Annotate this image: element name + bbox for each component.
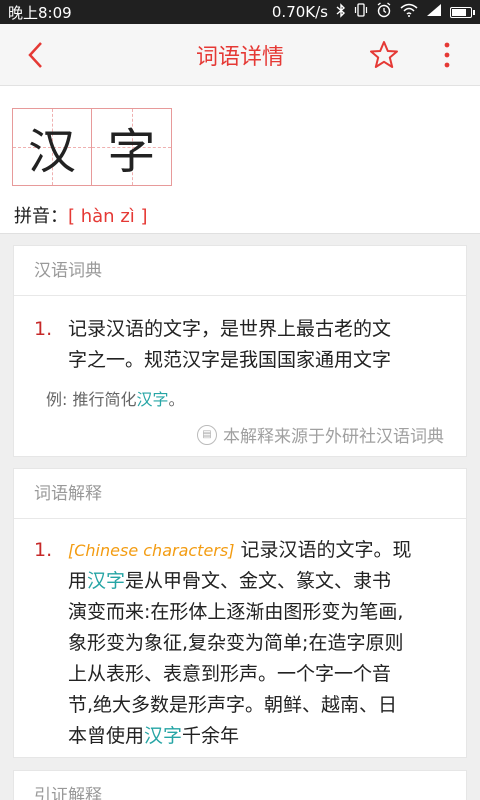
source-attribution: ▤ 本解释来源于外研社汉语词典: [197, 422, 444, 447]
definition-line: 节,绝大多数是形声字。朝鲜、越南、日: [68, 694, 398, 716]
card-title: 汉语词典: [14, 246, 466, 296]
dictionary-card: 汉语词典 1. 记录汉语的文字，是世界上最古老的文 字之一。规范汉字是我国国家通…: [13, 245, 467, 457]
signal-icon: [426, 3, 442, 21]
source-text: 本解释来源于外研社汉语词典: [223, 427, 444, 447]
app-bar: 词语详情: [0, 24, 480, 86]
char-cell: 汉: [12, 108, 92, 186]
definition-line: 用汉字是从甲骨文、金文、篆文、隶书: [68, 570, 392, 592]
alarm-icon: [376, 2, 392, 22]
example-suffix: 。: [168, 390, 185, 409]
definition-number: 1.: [34, 318, 53, 340]
back-arrow-icon[interactable]: [20, 38, 50, 72]
citation-card: 引证解释: [13, 770, 467, 800]
char-1: 汉: [27, 124, 76, 180]
english-translation: [Chinese characters]: [68, 541, 235, 560]
definition-line: 象形变为象征,复杂变为简单;在造字原则: [68, 632, 404, 654]
pinyin-label: 拼音：: [14, 206, 68, 227]
card-title: 词语解释: [14, 469, 466, 519]
card-title: 引证解释: [14, 771, 466, 800]
definition-line: 字之一。规范汉字是我国国家通用文字: [68, 349, 392, 371]
star-icon[interactable]: [366, 38, 402, 72]
bluetooth-icon: [336, 2, 346, 22]
status-time: 晚上8:09: [8, 3, 72, 22]
more-vert-icon[interactable]: [434, 38, 460, 72]
book-icon: ▤: [197, 424, 217, 445]
definition-line: 本曾使用汉字千余年: [68, 725, 240, 747]
char-cell: 字: [92, 108, 172, 186]
definition-line: 演变而来:在形体上逐渐由图形变为笔画,: [68, 601, 404, 623]
word-header: 汉 字 拼音：[ hàn zì ]: [0, 86, 480, 234]
vibrate-icon: [354, 3, 368, 21]
character-grid: 汉 字: [12, 108, 172, 186]
wifi-icon: [400, 3, 418, 21]
term-link[interactable]: 汉字: [144, 725, 182, 747]
term-link[interactable]: 汉字: [87, 570, 125, 592]
page-title: 词语详情: [195, 44, 284, 70]
network-speed: 0.70K/s: [271, 3, 328, 21]
example-link[interactable]: 汉字: [136, 390, 168, 409]
definition-number: 1.: [34, 539, 53, 561]
explanation-card: 词语解释 1. [Chinese characters] 记录汉语的文字。现 用…: [13, 468, 467, 758]
definition-item: 1. 记录汉语的文字，是世界上最古老的文 字之一。规范汉字是我国国家通用文字: [14, 314, 466, 376]
pinyin-value: [ hàn zì ]: [68, 206, 148, 227]
definition-line: [Chinese characters] 记录汉语的文字。现: [68, 539, 412, 561]
battery-icon: [450, 6, 475, 18]
char-2: 字: [107, 124, 156, 180]
definition-item: 1. [Chinese characters] 记录汉语的文字。现 用汉字是从甲…: [14, 535, 466, 752]
example-prefix: 例: 推行简化: [46, 390, 137, 409]
definition-line: 记录汉语的文字，是世界上最古老的文: [68, 318, 392, 340]
pinyin: 拼音：[ hàn zì ]: [14, 202, 148, 228]
status-bar: 晚上8:09 0.70K/s: [0, 0, 480, 24]
example: 例: 推行简化汉字。: [14, 386, 466, 410]
definition-line: 上从表形、表意到形声。一个字一个音: [68, 663, 392, 685]
